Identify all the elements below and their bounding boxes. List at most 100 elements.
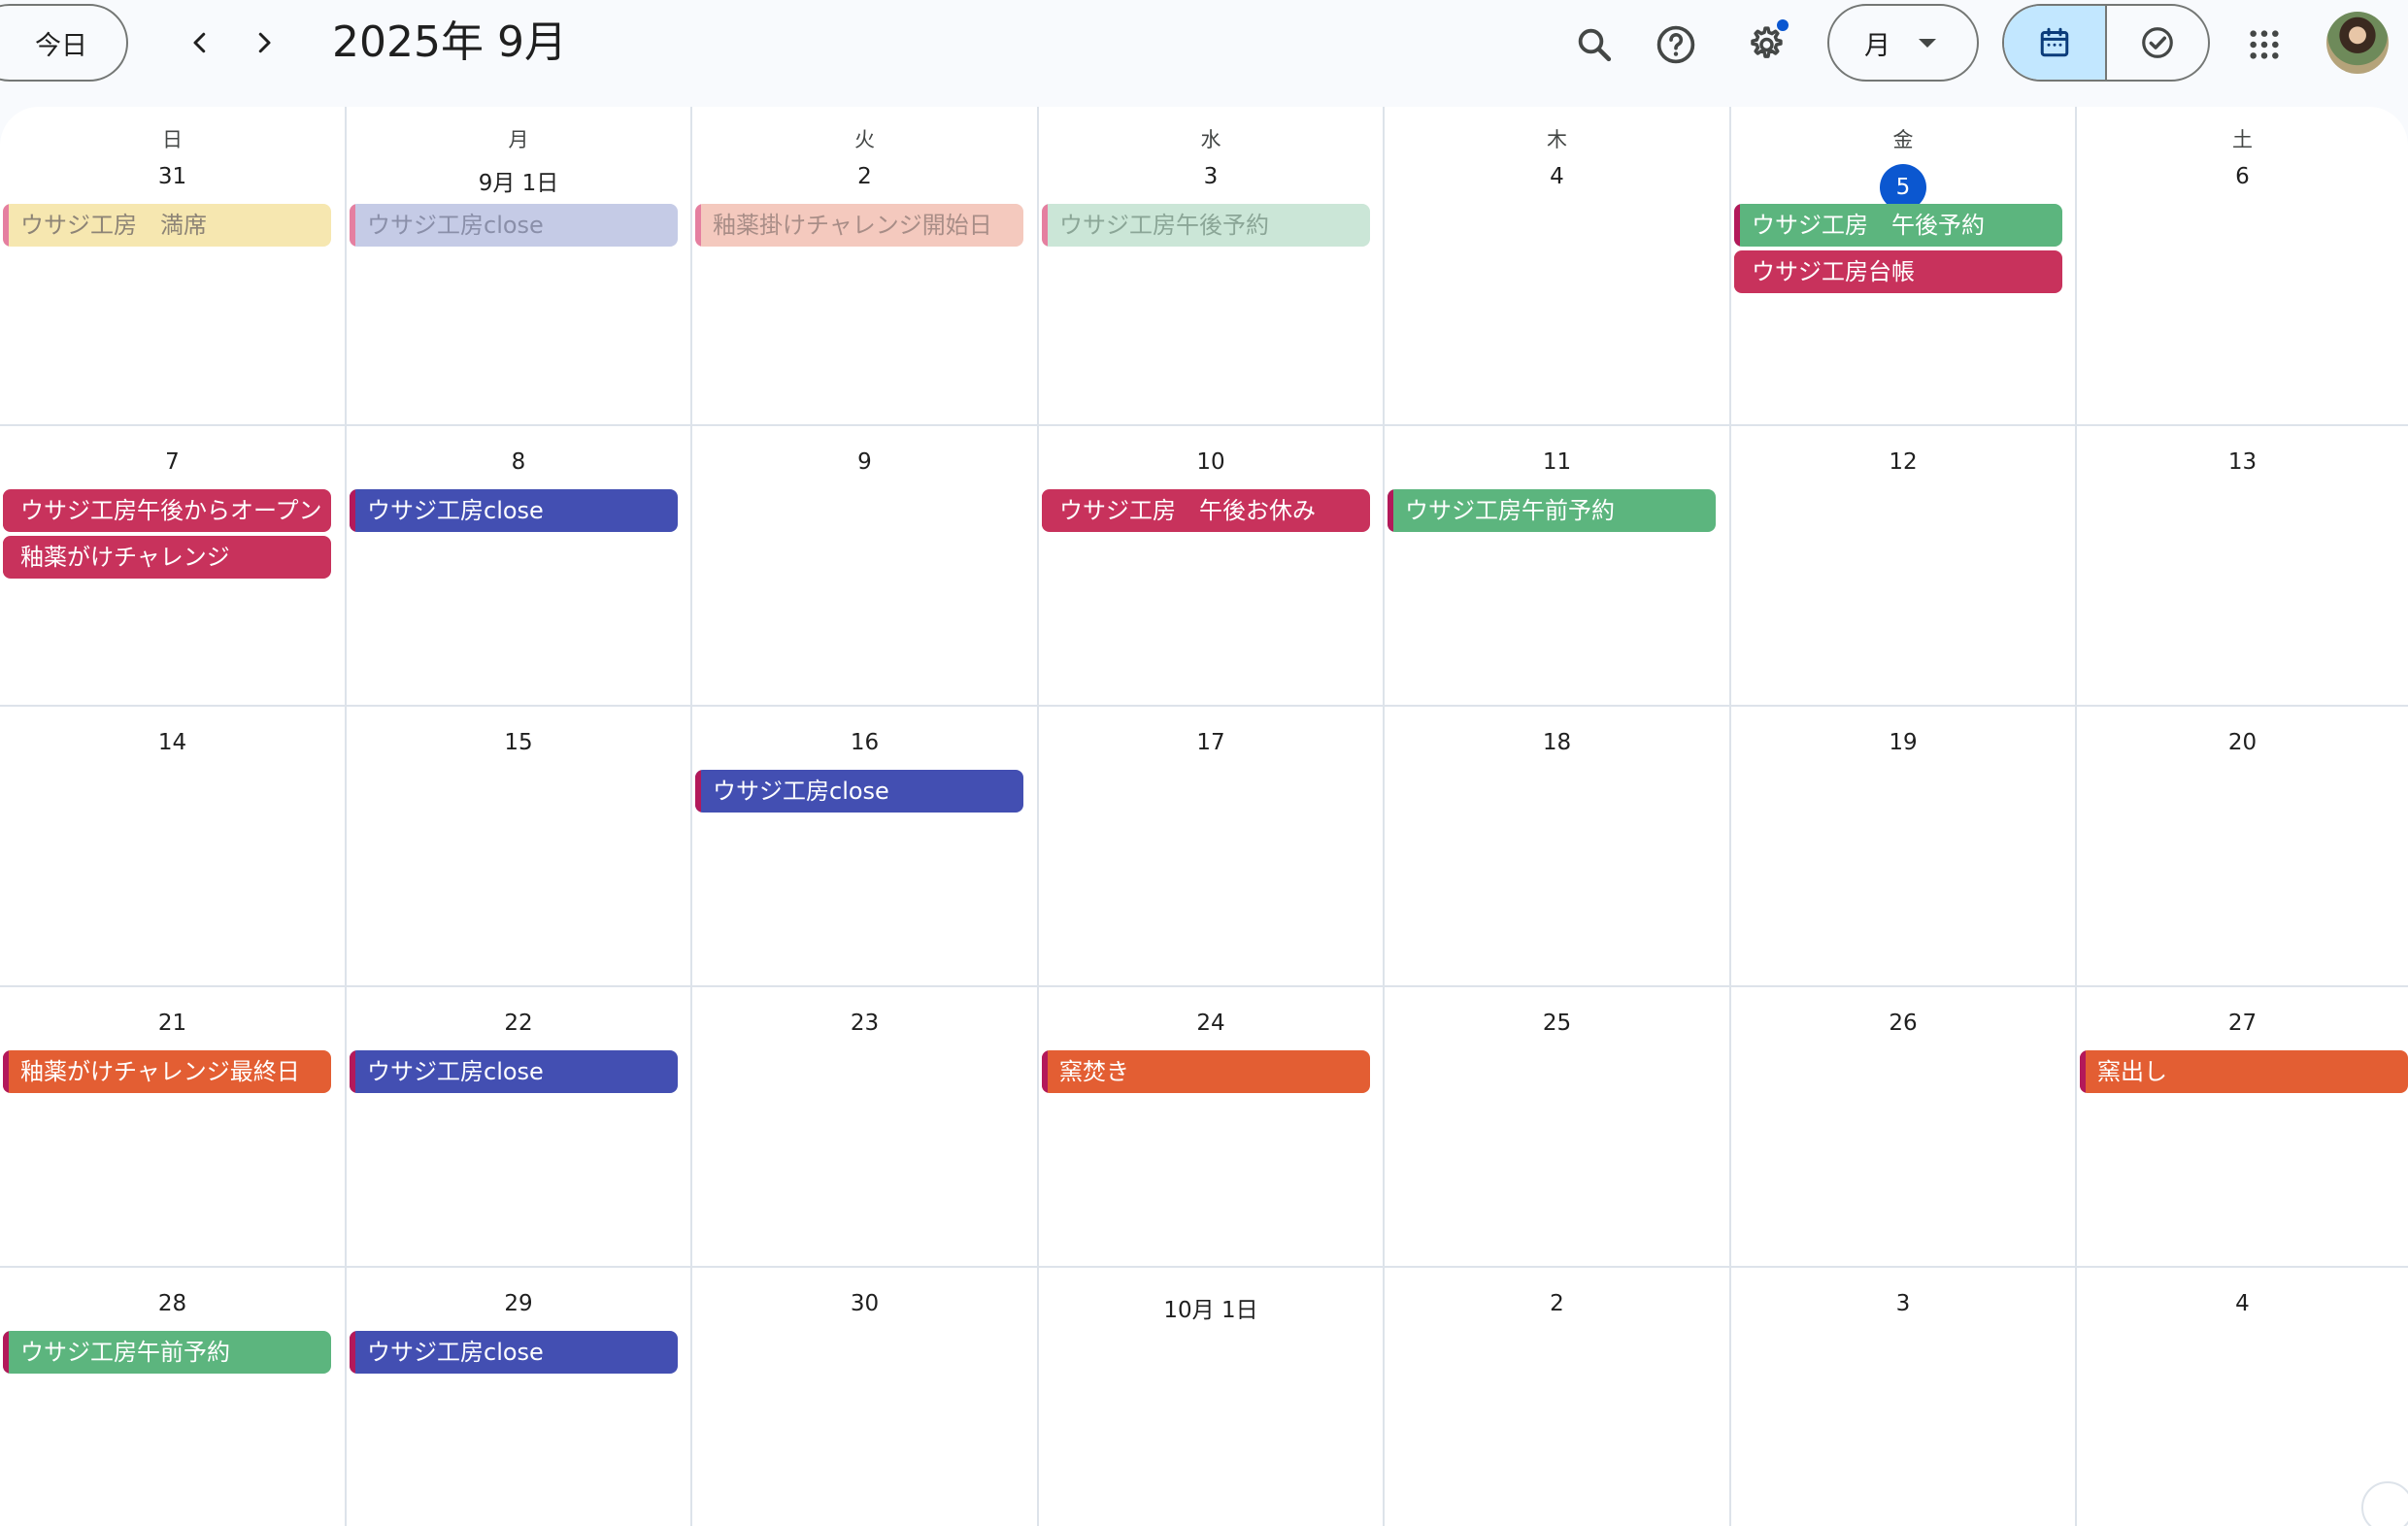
date-number[interactable]: 4	[2077, 1291, 2408, 1316]
help-button[interactable]	[1647, 16, 1705, 74]
previous-month-button[interactable]	[173, 16, 227, 70]
day-cell[interactable]: 15	[347, 707, 692, 985]
day-cell[interactable]: 3	[1731, 1268, 2077, 1526]
day-cell[interactable]: 19	[1731, 707, 2077, 985]
date-number[interactable]: 17	[1039, 730, 1383, 755]
day-cell[interactable]: 24 窯焚き	[1039, 987, 1385, 1266]
day-cell[interactable]: 17	[1039, 707, 1385, 985]
date-number[interactable]: 24	[1039, 1011, 1383, 1036]
event-title: 窯出し	[2097, 1058, 2167, 1085]
date-number[interactable]: 9	[692, 449, 1037, 475]
date-number[interactable]: 8	[347, 449, 690, 475]
event-chip[interactable]: ウサジ工房午前予約	[1388, 489, 1716, 532]
date-number[interactable]: 22	[347, 1011, 690, 1036]
search-button[interactable]	[1565, 16, 1623, 74]
day-cell[interactable]: 木4	[1385, 107, 1731, 424]
day-cell[interactable]: 23	[692, 987, 1039, 1266]
day-cell[interactable]: 月 9月 1日 ウサジ工房close	[347, 107, 692, 424]
next-month-button[interactable]	[237, 16, 291, 70]
day-cell[interactable]: 18	[1385, 707, 1731, 985]
date-number[interactable]: 9月 1日	[347, 164, 690, 197]
event-chip[interactable]: ウサジ工房台帳	[1734, 250, 2062, 293]
day-cell[interactable]: 20	[2077, 707, 2408, 985]
day-cell[interactable]: 10 ウサジ工房 午後お休み	[1039, 426, 1385, 705]
event-chip[interactable]: ウサジ工房午前予約	[3, 1331, 331, 1374]
day-cell[interactable]: 30	[692, 1268, 1039, 1526]
day-cell[interactable]: 14	[0, 707, 347, 985]
date-number[interactable]: 28	[0, 1291, 345, 1316]
day-cell[interactable]: 7 ウサジ工房午後からオープン 釉薬がけチャレンジ	[0, 426, 347, 705]
date-number[interactable]: 29	[347, 1291, 690, 1316]
today-button[interactable]: 今日	[0, 4, 128, 82]
day-cell[interactable]: 25	[1385, 987, 1731, 1266]
event-chip[interactable]: ウサジ工房午後からオープン	[3, 489, 331, 532]
date-number[interactable]: 12	[1731, 449, 2075, 475]
event-chip[interactable]: ウサジ工房午後予約	[1042, 204, 1370, 247]
settings-button[interactable]	[1736, 16, 1794, 74]
google-apps-button[interactable]	[2235, 16, 2293, 74]
event-chip[interactable]: ウサジ工房close	[350, 1050, 678, 1093]
event-chip[interactable]: 釉薬がけチャレンジ	[3, 536, 331, 579]
date-number[interactable]: 31	[0, 164, 345, 189]
date-number[interactable]: 19	[1731, 730, 2075, 755]
date-number[interactable]: 20	[2077, 730, 2408, 755]
account-avatar[interactable]	[2326, 12, 2389, 74]
date-number[interactable]: 6	[2077, 164, 2408, 189]
day-cell[interactable]: 13	[2077, 426, 2408, 705]
day-cell[interactable]: 火 2 釉薬掛けチャレンジ開始日	[692, 107, 1039, 424]
event-chip[interactable]: ウサジ工房close	[695, 770, 1023, 813]
date-number[interactable]: 15	[347, 730, 690, 755]
date-number[interactable]: 3	[1731, 1291, 2075, 1316]
event-chip[interactable]: 釉薬掛けチャレンジ開始日	[695, 204, 1023, 247]
date-number[interactable]: 25	[1385, 1011, 1729, 1036]
date-number[interactable]: 18	[1385, 730, 1729, 755]
day-cell[interactable]: 2	[1385, 1268, 1731, 1526]
day-cell[interactable]: 4	[2077, 1268, 2408, 1526]
day-cell[interactable]: 9	[692, 426, 1039, 705]
day-cell[interactable]: 11 ウサジ工房午前予約	[1385, 426, 1731, 705]
event-chip[interactable]: ウサジ工房close	[350, 489, 678, 532]
day-cell[interactable]: 水 3 ウサジ工房午後予約	[1039, 107, 1385, 424]
corner-resize-handle[interactable]	[2361, 1481, 2408, 1526]
day-cell[interactable]: 22 ウサジ工房close	[347, 987, 692, 1266]
event-chip[interactable]: ウサジ工房close	[350, 204, 678, 247]
date-number[interactable]: 11	[1385, 449, 1729, 475]
date-number[interactable]: 3	[1039, 164, 1383, 189]
date-number[interactable]: 30	[692, 1291, 1037, 1316]
day-cell[interactable]: 10月 1日	[1039, 1268, 1385, 1526]
event-chip[interactable]: 釉薬がけチャレンジ最終日	[3, 1050, 331, 1093]
event-chip[interactable]: ウサジ工房close	[350, 1331, 678, 1374]
day-cell[interactable]: 26	[1731, 987, 2077, 1266]
day-cell[interactable]: 27 窯出し	[2077, 987, 2408, 1266]
date-number[interactable]: 21	[0, 1011, 345, 1036]
date-number[interactable]: 4	[1385, 164, 1729, 189]
event-chip[interactable]: ウサジ工房 午後予約	[1734, 204, 2062, 247]
event-chip[interactable]: 窯焚き	[1042, 1050, 1370, 1093]
date-number[interactable]: 7	[0, 449, 345, 475]
date-number[interactable]: 16	[692, 730, 1037, 755]
date-number[interactable]: 2	[692, 164, 1037, 189]
day-cell[interactable]: 日 31 ウサジ工房 満席	[0, 107, 347, 424]
event-chip[interactable]: 窯出し	[2080, 1050, 2408, 1093]
date-number[interactable]: 27	[2077, 1011, 2408, 1036]
day-cell[interactable]: 28 ウサジ工房午前予約	[0, 1268, 347, 1526]
date-number[interactable]: 10月 1日	[1039, 1291, 1383, 1324]
date-number[interactable]: 14	[0, 730, 345, 755]
day-cell[interactable]: 12	[1731, 426, 2077, 705]
tasks-view-button[interactable]	[2105, 6, 2208, 80]
view-selector-dropdown[interactable]: 月	[1827, 4, 1979, 82]
day-cell[interactable]: 土6	[2077, 107, 2408, 424]
day-cell[interactable]: 16 ウサジ工房close	[692, 707, 1039, 985]
date-number[interactable]: 10	[1039, 449, 1383, 475]
date-number[interactable]: 2	[1385, 1291, 1729, 1316]
date-number[interactable]: 23	[692, 1011, 1037, 1036]
day-cell[interactable]: 金 5 ウサジ工房 午後予約 ウサジ工房台帳	[1731, 107, 2077, 424]
event-chip[interactable]: ウサジ工房 満席	[3, 204, 331, 247]
date-number[interactable]: 26	[1731, 1011, 2075, 1036]
day-cell[interactable]: 21 釉薬がけチャレンジ最終日	[0, 987, 347, 1266]
day-cell[interactable]: 8 ウサジ工房close	[347, 426, 692, 705]
day-cell[interactable]: 29 ウサジ工房close	[347, 1268, 692, 1526]
calendar-view-button[interactable]	[2004, 6, 2105, 80]
date-number[interactable]: 13	[2077, 449, 2408, 475]
event-chip[interactable]: ウサジ工房 午後お休み	[1042, 489, 1370, 532]
